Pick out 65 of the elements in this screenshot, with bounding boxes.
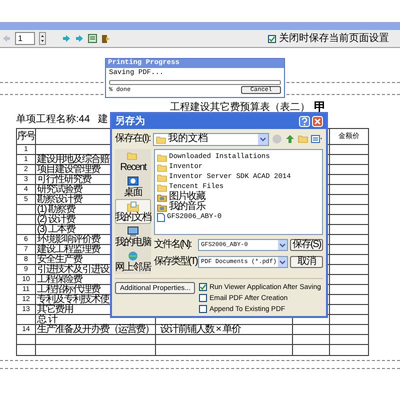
checkbox[interactable] (199, 305, 208, 313)
table-cell: 建设工程监理费 (37, 244, 100, 255)
dialog-title: 另存为 (115, 116, 146, 126)
table-cell: 专利及专利技术使 (37, 294, 109, 305)
documents-icon (127, 200, 139, 212)
table-cell: 其它费用 (37, 304, 73, 315)
desktop-icon (127, 176, 139, 186)
table-cell: 引进技术及引进设 (37, 264, 109, 275)
help-icon (299, 116, 310, 127)
table-cell: 研究试验费 (37, 184, 82, 195)
recent-icon (127, 150, 139, 162)
field-label: 文件名(N): (154, 240, 192, 250)
place-item[interactable]: 桌面 (115, 174, 151, 199)
network-icon (127, 250, 139, 262)
place-item[interactable]: 网上邻居 (115, 249, 151, 274)
table-cell: (1) 勘察费 (37, 204, 75, 215)
exit-door-icon (101, 34, 110, 44)
checkbox[interactable] (268, 34, 276, 42)
table-cell: 生产准备及开办费（运营费） (37, 324, 154, 335)
table-cell: 总 计 (37, 314, 57, 325)
header-text: 建 (98, 115, 108, 125)
table-cell: 可行性研究费 (37, 174, 91, 185)
checkbox[interactable] (199, 294, 208, 302)
field-label: 保存类型(T): (154, 257, 196, 267)
folder-icon (157, 202, 167, 212)
close-icon (312, 116, 323, 127)
file-item[interactable]: 图片收藏 (157, 192, 320, 202)
project-label: 单项工程名称:44 (16, 115, 90, 125)
place-item[interactable]: 我的电脑 (115, 224, 151, 249)
computer-icon (127, 226, 139, 236)
cancel-button[interactable]: 取消 (290, 256, 323, 268)
table-cell: 安全生产费 (37, 254, 82, 265)
checkbox-label: 关闭时保存当前页面设置 (279, 34, 389, 44)
location-dropdown[interactable]: 我的文档 (153, 132, 269, 146)
folder-icon (157, 192, 167, 202)
table-cell: 建设用地及综合赔 (37, 154, 109, 165)
field-label: 保存在(I): (115, 134, 150, 144)
checkbox[interactable] (199, 283, 208, 291)
chevron-down-icon (278, 257, 287, 267)
table-cell: 工程保险费 (37, 274, 82, 285)
table-cell: 项目建设管理费 (37, 164, 100, 175)
table-cell: 勘察设计费 (37, 194, 82, 205)
up-folder-icon (285, 134, 295, 144)
table-cell: (3) 工本费 (37, 224, 75, 235)
document-title: 工程建设其它费预算表（表二） (170, 103, 310, 113)
file-item[interactable]: 我的音乐 (157, 202, 320, 212)
view-menu-icon (311, 134, 323, 144)
column-header: 序号 (17, 129, 36, 144)
back-arrow-icon (2, 34, 11, 43)
back-icon (272, 134, 282, 144)
table-cell: 设计前铺人数 × 单价 (160, 324, 240, 335)
table-cell: 工程招标代理费 (37, 284, 100, 295)
page-field[interactable]: 1 (15, 32, 35, 45)
new-folder-icon (298, 134, 308, 144)
table-cell: (2) 设计费 (37, 214, 75, 225)
page-setup-icon (88, 34, 97, 43)
place-item[interactable]: 我的文档 (115, 199, 151, 224)
chevron-down-icon (258, 134, 268, 144)
document-icon (157, 212, 165, 222)
document-title-suffix: 甲 (314, 101, 326, 113)
chevron-down-icon (278, 240, 287, 250)
table-cell: 环境影响评价费 (37, 234, 100, 245)
place-item[interactable]: Recent (115, 149, 151, 174)
save-button[interactable]: 保存(S) (290, 239, 323, 251)
folder-icon (156, 134, 166, 144)
